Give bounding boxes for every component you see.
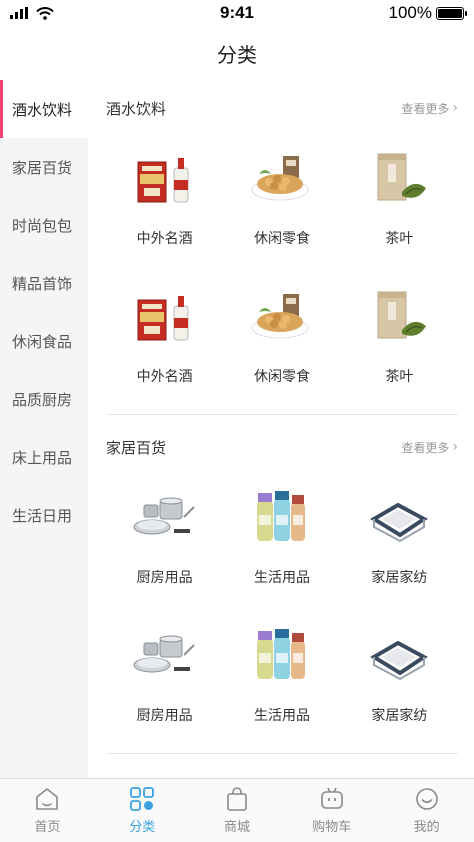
view-more-link[interactable]: 查看更多 › <box>401 100 458 117</box>
tab-profile[interactable]: 我的 <box>379 779 474 842</box>
category-section-drinks: 酒水饮料 查看更多 › 中外名酒 休闲零食 茶叶 中外名酒 休闲零食 茶叶 <box>88 80 474 415</box>
sidebar-item-label: 精品首饰 <box>12 274 73 293</box>
chevron-right-icon: › <box>452 439 458 455</box>
storage-box-icon <box>372 641 427 681</box>
grid-item-label: 休闲零食 <box>253 231 310 247</box>
bottom-tab-bar: 首页 分类 商城 购物车 我的 <box>0 778 474 842</box>
grid-item[interactable]: 休闲零食 <box>223 136 340 274</box>
grid-item-label: 家居家纺 <box>371 708 428 724</box>
grid-item-label: 茶叶 <box>385 369 414 385</box>
grid-item-label: 厨房用品 <box>136 708 193 724</box>
tab-label: 分类 <box>129 820 156 835</box>
liquor-bottle-icon <box>137 295 189 341</box>
cookware-icon <box>132 635 195 673</box>
category-section-home-goods: 家居百货 查看更多 › 厨房用品 生活用品 家居家纺 厨房用品 生活用品 家居家… <box>88 415 474 754</box>
shopping-bag-icon <box>227 787 247 811</box>
grid-item[interactable]: 中外名酒 <box>106 274 223 412</box>
tab-label: 首页 <box>34 820 61 835</box>
grid-item[interactable]: 厨房用品 <box>106 613 223 751</box>
tab-label: 我的 <box>413 820 440 835</box>
cookware-icon <box>132 497 195 535</box>
view-more-label: 查看更多 <box>401 101 450 116</box>
category-content: 酒水饮料 查看更多 › 中外名酒 休闲零食 茶叶 中外名酒 休闲零食 茶叶 家居… <box>88 80 474 778</box>
grid-item[interactable]: 休闲零食 <box>223 274 340 412</box>
tab-home[interactable]: 首页 <box>0 779 95 842</box>
lotion-bottles-icon <box>256 491 305 541</box>
tea-tin-icon <box>377 153 428 201</box>
tab-label: 购物车 <box>312 820 352 835</box>
sidebar-item-label: 休闲食品 <box>12 332 73 351</box>
category-grid-icon <box>130 787 155 811</box>
page-title: 分类 <box>217 42 257 67</box>
sidebar-item-label: 酒水饮料 <box>12 100 73 119</box>
tea-tin-icon <box>377 291 428 339</box>
section-header: 酒水饮料 查看更多 › <box>106 80 458 136</box>
grid-item-label: 家居家纺 <box>371 570 428 586</box>
grid-item-label: 中外名酒 <box>136 231 193 247</box>
section-title: 酒水饮料 <box>106 99 167 118</box>
tab-label: 商城 <box>223 820 250 835</box>
sidebar-item-label: 床上用品 <box>12 448 73 467</box>
tab-mall[interactable]: 商城 <box>190 779 285 842</box>
product-grid: 中外名酒 休闲零食 茶叶 中外名酒 休闲零食 茶叶 <box>106 136 458 412</box>
sidebar-item-label: 时尚包包 <box>12 216 73 235</box>
grid-item[interactable]: 茶叶 <box>341 274 458 412</box>
lotion-bottles-icon <box>256 629 305 679</box>
grid-item[interactable]: 生活用品 <box>223 613 340 751</box>
section-title: 家居百货 <box>106 438 167 457</box>
nav-bar: 分类 <box>0 26 474 80</box>
sidebar-item-daily-use[interactable]: 生活日用 <box>0 486 88 544</box>
tab-category[interactable]: 分类 <box>95 779 190 842</box>
cart-icon <box>320 787 343 809</box>
status-time: 9:41 <box>219 3 255 22</box>
home-icon <box>36 788 59 810</box>
tab-cart[interactable]: 购物车 <box>284 779 379 842</box>
status-bar: 9:41 100% <box>0 0 474 26</box>
view-more-link[interactable]: 查看更多 › <box>401 439 458 456</box>
sidebar-item-jewelry[interactable]: 精品首饰 <box>0 254 88 312</box>
profile-smile-icon <box>415 788 438 810</box>
grid-item[interactable]: 生活用品 <box>223 475 340 613</box>
sidebar-item-label: 生活日用 <box>12 506 73 525</box>
sidebar-item-bedding[interactable]: 床上用品 <box>0 428 88 486</box>
grid-item-label: 中外名酒 <box>136 369 193 385</box>
grid-item[interactable]: 茶叶 <box>341 136 458 274</box>
sidebar-item-fashion-bags[interactable]: 时尚包包 <box>0 196 88 254</box>
product-grid: 厨房用品 生活用品 家居家纺 厨房用品 生活用品 家居家纺 <box>106 475 458 751</box>
section-divider <box>106 753 458 754</box>
grid-item-label: 茶叶 <box>385 231 414 247</box>
sidebar-item-home-goods[interactable]: 家居百货 <box>0 138 88 196</box>
view-more-label: 查看更多 <box>401 440 450 455</box>
storage-box-icon <box>372 503 427 543</box>
snack-nuts-icon <box>251 155 309 201</box>
grid-item[interactable]: 中外名酒 <box>106 136 223 274</box>
grid-item-label: 厨房用品 <box>136 570 193 586</box>
sidebar-item-label: 家居百货 <box>12 158 73 177</box>
category-sidebar: 酒水饮料 家居百货 时尚包包 精品首饰 休闲食品 品质厨房 床上用品 生活日用 <box>0 80 88 778</box>
sidebar-item-drinks[interactable]: 酒水饮料 <box>0 80 88 138</box>
grid-item-label: 生活用品 <box>253 708 310 724</box>
battery-icon <box>436 6 467 20</box>
grid-item[interactable]: 家居家纺 <box>341 613 458 751</box>
sidebar-item-snack-food[interactable]: 休闲食品 <box>0 312 88 370</box>
sidebar-item-kitchen[interactable]: 品质厨房 <box>0 370 88 428</box>
grid-item-label: 生活用品 <box>253 570 310 586</box>
sidebar-item-label: 品质厨房 <box>12 390 73 409</box>
chevron-right-icon: › <box>452 100 458 116</box>
grid-item-label: 休闲零食 <box>253 369 310 385</box>
grid-item[interactable]: 厨房用品 <box>106 475 223 613</box>
liquor-bottle-icon <box>137 157 189 203</box>
snack-nuts-icon <box>251 293 309 339</box>
grid-item[interactable]: 家居家纺 <box>341 475 458 613</box>
section-header: 家居百货 查看更多 › <box>106 419 458 475</box>
